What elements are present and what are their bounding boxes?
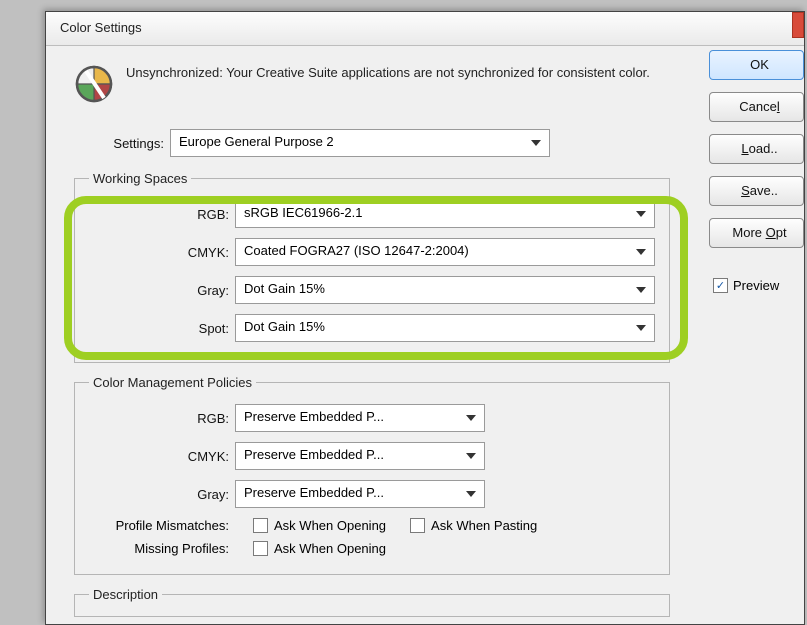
working-spaces-legend: Working Spaces [89, 171, 191, 186]
policy-cmyk-label: CMYK: [89, 449, 229, 464]
chevron-down-icon [466, 415, 476, 421]
working-spaces-fieldset: Working Spaces RGB: sRGB IEC61966-2.1 CM… [74, 171, 670, 363]
ask-when-opening-label: Ask When Opening [274, 518, 386, 533]
description-fieldset: Description [74, 587, 670, 617]
cmyk-label: CMYK: [89, 245, 229, 260]
policy-cmyk-row: CMYK: Preserve Embedded P... [89, 442, 655, 470]
ask-when-pasting-label: Ask When Pasting [431, 518, 537, 533]
missing-profiles-row: Missing Profiles: Ask When Opening [89, 541, 655, 556]
chevron-down-icon [636, 249, 646, 255]
profile-mismatches-label: Profile Mismatches: [89, 518, 229, 533]
cancel-button[interactable]: Cancel [709, 92, 804, 122]
profile-mismatches-row: Profile Mismatches: Ask When Opening Ask… [89, 518, 655, 533]
settings-dropdown[interactable]: Europe General Purpose 2 [170, 129, 550, 157]
policy-rgb-dropdown[interactable]: Preserve Embedded P... [235, 404, 485, 432]
rgb-dropdown[interactable]: sRGB IEC61966-2.1 [235, 200, 655, 228]
cmyk-row: CMYK: Coated FOGRA27 (ISO 12647-2:2004) [89, 238, 655, 266]
gray-row: Gray: Dot Gain 15% [89, 276, 655, 304]
more-options-button[interactable]: More Opt [709, 218, 804, 248]
settings-label: Settings: [74, 136, 164, 151]
ask-when-opening-checkbox[interactable] [253, 518, 268, 533]
titlebar[interactable]: Color Settings [46, 12, 804, 46]
spot-row: Spot: Dot Gain 15% [89, 314, 655, 342]
dialog-title: Color Settings [60, 20, 142, 35]
chevron-down-icon [636, 287, 646, 293]
load-button[interactable]: Load.. [709, 134, 804, 164]
preview-row: ✓ Preview [709, 278, 804, 293]
policy-cmyk-dropdown[interactable]: Preserve Embedded P... [235, 442, 485, 470]
policy-rgb-label: RGB: [89, 411, 229, 426]
color-policies-legend: Color Management Policies [89, 375, 256, 390]
close-button[interactable] [792, 12, 804, 38]
buttons-column: OK Cancel Load.. Save.. More Opt ✓ Previ… [709, 50, 804, 293]
policy-gray-row: Gray: Preserve Embedded P... [89, 480, 655, 508]
rgb-label: RGB: [89, 207, 229, 222]
color-settings-dialog: Color Settings Unsynchronized: Your Crea… [45, 11, 805, 625]
gray-label: Gray: [89, 283, 229, 298]
gray-dropdown[interactable]: Dot Gain 15% [235, 276, 655, 304]
preview-label: Preview [733, 278, 779, 293]
save-button[interactable]: Save.. [709, 176, 804, 206]
sync-status-row: Unsynchronized: Your Creative Suite appl… [74, 64, 664, 107]
ask-when-pasting-checkbox[interactable] [410, 518, 425, 533]
content-area: Unsynchronized: Your Creative Suite appl… [46, 46, 804, 617]
spot-label: Spot: [89, 321, 229, 336]
missing-ask-when-opening-checkbox[interactable] [253, 541, 268, 556]
cmyk-dropdown[interactable]: Coated FOGRA27 (ISO 12647-2:2004) [235, 238, 655, 266]
ok-button[interactable]: OK [709, 50, 804, 80]
missing-ask-when-opening-label: Ask When Opening [274, 541, 386, 556]
missing-profiles-label: Missing Profiles: [89, 541, 229, 556]
settings-row: Settings: Europe General Purpose 2 [74, 129, 670, 157]
spot-dropdown[interactable]: Dot Gain 15% [235, 314, 655, 342]
policy-rgb-row: RGB: Preserve Embedded P... [89, 404, 655, 432]
chevron-down-icon [466, 453, 476, 459]
preview-checkbox[interactable]: ✓ [713, 278, 728, 293]
chevron-down-icon [636, 211, 646, 217]
color-policies-fieldset: Color Management Policies RGB: Preserve … [74, 375, 670, 575]
unsynchronized-icon [74, 64, 114, 107]
rgb-row: RGB: sRGB IEC61966-2.1 [89, 200, 655, 228]
main-settings-area: Settings: Europe General Purpose 2 Worki… [74, 129, 670, 617]
sync-status-text: Unsynchronized: Your Creative Suite appl… [126, 64, 664, 82]
policy-gray-dropdown[interactable]: Preserve Embedded P... [235, 480, 485, 508]
chevron-down-icon [636, 325, 646, 331]
settings-value: Europe General Purpose 2 [179, 134, 334, 149]
chevron-down-icon [466, 491, 476, 497]
chevron-down-icon [531, 140, 541, 146]
policy-gray-label: Gray: [89, 487, 229, 502]
description-legend: Description [89, 587, 162, 602]
